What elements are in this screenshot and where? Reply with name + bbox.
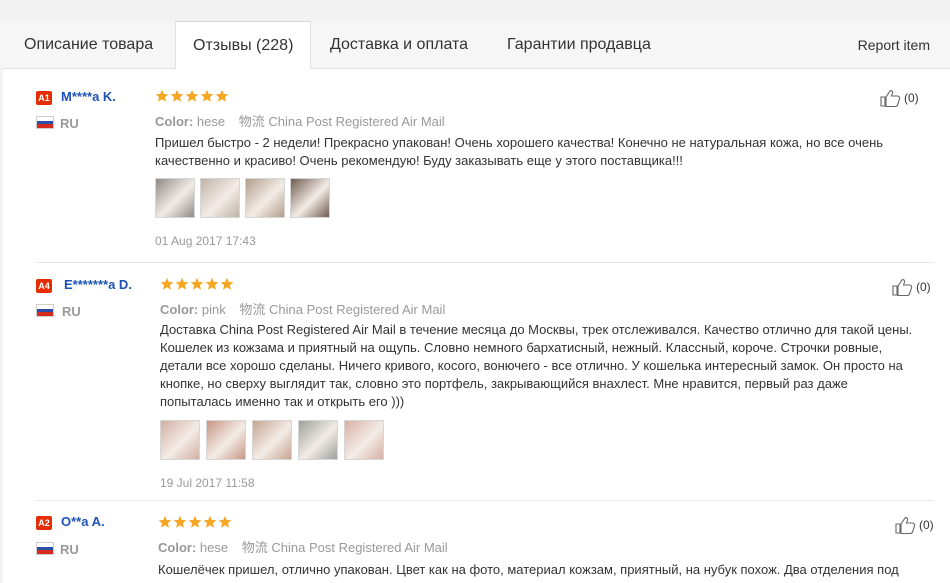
report-item-link[interactable]: Report item [858, 22, 930, 68]
review-photo-thumbnail[interactable] [245, 178, 285, 218]
review-photo-thumbnail[interactable] [155, 178, 195, 218]
review-divider [36, 262, 934, 263]
buyer-level-badge: A4 [36, 279, 52, 293]
reviewer-name[interactable]: O**a A. [61, 514, 105, 529]
star-icon [160, 277, 174, 290]
reviewer-country: RU [62, 304, 81, 319]
tab-reviews[interactable]: Отзывы (228) [175, 21, 312, 69]
top-strip [0, 0, 950, 23]
color-value: hese [199, 540, 229, 555]
thumbs-up-icon [880, 90, 901, 107]
russia-flag-icon [36, 542, 54, 555]
review-photo-thumbnail[interactable] [200, 178, 240, 218]
tab-guarantees[interactable]: Гарантии продавца [507, 22, 651, 68]
review-photo-thumbnail[interactable] [298, 420, 338, 460]
rating-stars [158, 515, 233, 531]
shipping-value: China Post Registered Air Mail [268, 114, 445, 129]
star-icon [218, 515, 232, 528]
shipping-label: 物流 [239, 302, 266, 317]
star-icon [203, 515, 217, 528]
star-icon [173, 515, 187, 528]
reviewer-country: RU [60, 542, 79, 557]
star-icon [200, 89, 214, 102]
review-photo-thumbnail[interactable] [160, 420, 200, 460]
rating-stars [155, 89, 230, 105]
review-photo-thumbnail[interactable] [290, 178, 330, 218]
russia-flag-icon [36, 304, 54, 317]
review-date: 01 Aug 2017 17:43 [155, 234, 256, 248]
star-icon [155, 89, 169, 102]
helpful-count: (0) [916, 280, 931, 294]
order-info: Color: hese 物流 China Post Registered Air… [155, 111, 445, 130]
color-label: Color: [155, 114, 194, 129]
color-label: Color: [158, 540, 197, 555]
review-text: Пришел быстро - 2 недели! Прекрасно упак… [155, 135, 884, 168]
left-border [0, 68, 3, 583]
star-icon [215, 89, 229, 102]
star-icon [170, 89, 184, 102]
helpful-count: (0) [919, 518, 934, 532]
thumbs-up-icon [892, 279, 913, 296]
buyer-level-badge: A2 [36, 516, 52, 530]
star-icon [190, 277, 204, 290]
buyer-level-badge: A1 [36, 91, 52, 105]
review-photo-thumbnail[interactable] [252, 420, 292, 460]
thumbs-up-icon [895, 517, 916, 534]
color-value: hese [196, 114, 226, 129]
reviewer-name[interactable]: E*******a D. [64, 277, 132, 292]
star-icon [158, 515, 172, 528]
color-label: Color: [160, 302, 199, 317]
helpful-count: (0) [904, 91, 919, 105]
tab-delivery[interactable]: Доставка и оплата [330, 22, 468, 68]
review-date: 19 Jul 2017 11:58 [160, 476, 255, 490]
reviewer-name[interactable]: M****a K. [61, 89, 116, 104]
review-photo-thumbnail[interactable] [206, 420, 246, 460]
review-divider [36, 500, 934, 501]
shipping-value: China Post Registered Air Mail [269, 302, 446, 317]
star-icon [205, 277, 219, 290]
reviewer-country: RU [60, 116, 79, 131]
review-text: Кошелёчек пришел, отлично упакован. Цвет… [158, 562, 899, 577]
shipping-value: China Post Registered Air Mail [271, 540, 448, 555]
order-info: Color: hese 物流 China Post Registered Air… [158, 537, 448, 556]
star-icon [188, 515, 202, 528]
tab-description[interactable]: Описание товара [24, 22, 153, 68]
shipping-label: 物流 [241, 540, 268, 555]
order-info: Color: pink 物流 China Post Registered Air… [160, 299, 445, 318]
star-icon [185, 89, 199, 102]
star-icon [175, 277, 189, 290]
tab-bar: Описание товара Отзывы (228) Доставка и … [0, 21, 950, 69]
russia-flag-icon [36, 116, 54, 129]
review-photo-thumbnail[interactable] [344, 420, 384, 460]
review-text: Доставка China Post Registered Air Mail … [160, 322, 913, 409]
rating-stars [160, 277, 235, 293]
color-value: pink [201, 302, 226, 317]
star-icon [220, 277, 234, 290]
shipping-label: 物流 [238, 114, 265, 129]
